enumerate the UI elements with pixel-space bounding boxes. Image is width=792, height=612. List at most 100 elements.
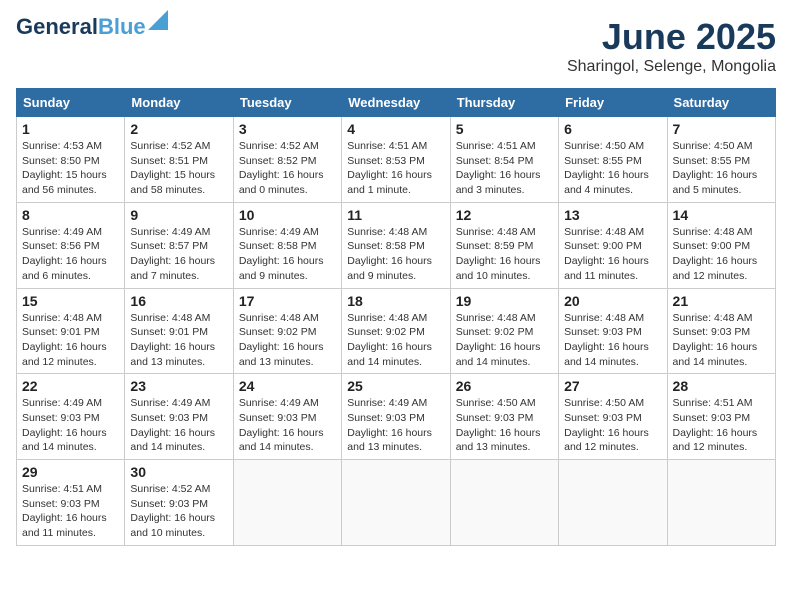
calendar-day-cell: 9 Sunrise: 4:49 AMSunset: 8:57 PMDaylight… xyxy=(125,202,233,288)
day-info: Sunrise: 4:48 AMSunset: 9:01 PMDaylight:… xyxy=(22,311,119,370)
day-number: 30 xyxy=(130,464,227,480)
day-info: Sunrise: 4:48 AMSunset: 9:03 PMDaylight:… xyxy=(564,311,661,370)
calendar-table: Sunday Monday Tuesday Wednesday Thursday… xyxy=(16,88,776,546)
day-info: Sunrise: 4:52 AMSunset: 8:52 PMDaylight:… xyxy=(239,139,336,198)
calendar-day-cell: 2 Sunrise: 4:52 AMSunset: 8:51 PMDaylight… xyxy=(125,117,233,203)
calendar-header-row: Sunday Monday Tuesday Wednesday Thursday… xyxy=(17,89,776,117)
day-info: Sunrise: 4:52 AMSunset: 9:03 PMDaylight:… xyxy=(130,482,227,541)
day-number: 29 xyxy=(22,464,119,480)
col-thursday: Thursday xyxy=(450,89,558,117)
day-info: Sunrise: 4:48 AMSunset: 9:01 PMDaylight:… xyxy=(130,311,227,370)
calendar-day-cell: 16 Sunrise: 4:48 AMSunset: 9:01 PMDayligh… xyxy=(125,288,233,374)
day-info: Sunrise: 4:50 AMSunset: 8:55 PMDaylight:… xyxy=(673,139,770,198)
day-number: 12 xyxy=(456,207,553,223)
day-number: 16 xyxy=(130,293,227,309)
day-info: Sunrise: 4:48 AMSunset: 9:00 PMDaylight:… xyxy=(564,225,661,284)
calendar-day-cell xyxy=(342,460,450,546)
month-title: June 2025 xyxy=(567,16,776,58)
day-number: 18 xyxy=(347,293,444,309)
day-number: 6 xyxy=(564,121,661,137)
day-number: 15 xyxy=(22,293,119,309)
day-number: 3 xyxy=(239,121,336,137)
day-info: Sunrise: 4:51 AMSunset: 9:03 PMDaylight:… xyxy=(673,396,770,455)
calendar-week-row: 22 Sunrise: 4:49 AMSunset: 9:03 PMDayligh… xyxy=(17,374,776,460)
calendar-day-cell: 5Sunrise: 4:51 AMSunset: 8:54 PMDaylight… xyxy=(450,117,558,203)
day-info: Sunrise: 4:49 AMSunset: 8:56 PMDaylight:… xyxy=(22,225,119,284)
calendar-day-cell: 17 Sunrise: 4:48 AMSunset: 9:02 PMDayligh… xyxy=(233,288,341,374)
calendar-day-cell: 6 Sunrise: 4:50 AMSunset: 8:55 PMDaylight… xyxy=(559,117,667,203)
calendar-day-cell: 12 Sunrise: 4:48 AMSunset: 8:59 PMDayligh… xyxy=(450,202,558,288)
day-info: Sunrise: 4:51 AMSunset: 8:53 PMDaylight:… xyxy=(347,139,444,198)
col-saturday: Saturday xyxy=(667,89,775,117)
day-info: Sunrise: 4:49 AMSunset: 8:57 PMDaylight:… xyxy=(130,225,227,284)
day-info: Sunrise: 4:50 AMSunset: 9:03 PMDaylight:… xyxy=(564,396,661,455)
calendar-day-cell: 25Sunrise: 4:49 AMSunset: 9:03 PMDayligh… xyxy=(342,374,450,460)
day-number: 10 xyxy=(239,207,336,223)
calendar-day-cell: 26 Sunrise: 4:50 AMSunset: 9:03 PMDayligh… xyxy=(450,374,558,460)
title-area: June 2025 Sharingol, Selenge, Mongolia xyxy=(567,16,776,76)
calendar-day-cell: 27 Sunrise: 4:50 AMSunset: 9:03 PMDayligh… xyxy=(559,374,667,460)
calendar-day-cell: 4Sunrise: 4:51 AMSunset: 8:53 PMDaylight… xyxy=(342,117,450,203)
calendar-day-cell: 3 Sunrise: 4:52 AMSunset: 8:52 PMDaylight… xyxy=(233,117,341,203)
calendar-day-cell xyxy=(667,460,775,546)
day-number: 9 xyxy=(130,207,227,223)
calendar-day-cell: 15 Sunrise: 4:48 AMSunset: 9:01 PMDayligh… xyxy=(17,288,125,374)
logo: GeneralBlue xyxy=(16,16,168,38)
col-tuesday: Tuesday xyxy=(233,89,341,117)
day-number: 2 xyxy=(130,121,227,137)
calendar-week-row: 8 Sunrise: 4:49 AMSunset: 8:56 PMDaylight… xyxy=(17,202,776,288)
day-info: Sunrise: 4:50 AMSunset: 8:55 PMDaylight:… xyxy=(564,139,661,198)
calendar-day-cell: 22 Sunrise: 4:49 AMSunset: 9:03 PMDayligh… xyxy=(17,374,125,460)
day-number: 25 xyxy=(347,378,444,394)
day-number: 26 xyxy=(456,378,553,394)
day-info: Sunrise: 4:48 AMSunset: 8:59 PMDaylight:… xyxy=(456,225,553,284)
day-number: 14 xyxy=(673,207,770,223)
logo-text: GeneralBlue xyxy=(16,16,146,38)
day-info: Sunrise: 4:49 AMSunset: 9:03 PMDaylight:… xyxy=(239,396,336,455)
day-info: Sunrise: 4:48 AMSunset: 9:02 PMDaylight:… xyxy=(347,311,444,370)
location-subtitle: Sharingol, Selenge, Mongolia xyxy=(567,58,776,76)
day-number: 20 xyxy=(564,293,661,309)
calendar-day-cell xyxy=(559,460,667,546)
day-number: 27 xyxy=(564,378,661,394)
day-info: Sunrise: 4:48 AMSunset: 9:02 PMDaylight:… xyxy=(456,311,553,370)
day-number: 19 xyxy=(456,293,553,309)
day-number: 1 xyxy=(22,121,119,137)
day-info: Sunrise: 4:48 AMSunset: 9:03 PMDaylight:… xyxy=(673,311,770,370)
calendar-day-cell: 19 Sunrise: 4:48 AMSunset: 9:02 PMDayligh… xyxy=(450,288,558,374)
day-info: Sunrise: 4:48 AMSunset: 9:02 PMDaylight:… xyxy=(239,311,336,370)
day-number: 8 xyxy=(22,207,119,223)
day-number: 11 xyxy=(347,207,444,223)
day-number: 24 xyxy=(239,378,336,394)
day-info: Sunrise: 4:49 AMSunset: 8:58 PMDaylight:… xyxy=(239,225,336,284)
day-info: Sunrise: 4:49 AMSunset: 9:03 PMDaylight:… xyxy=(22,396,119,455)
day-info: Sunrise: 4:49 AMSunset: 9:03 PMDaylight:… xyxy=(130,396,227,455)
day-number: 22 xyxy=(22,378,119,394)
col-sunday: Sunday xyxy=(17,89,125,117)
day-info: Sunrise: 4:51 AMSunset: 9:03 PMDaylight:… xyxy=(22,482,119,541)
col-monday: Monday xyxy=(125,89,233,117)
day-number: 21 xyxy=(673,293,770,309)
calendar-day-cell: 14 Sunrise: 4:48 AMSunset: 9:00 PMDayligh… xyxy=(667,202,775,288)
day-info: Sunrise: 4:51 AMSunset: 8:54 PMDaylight:… xyxy=(456,139,553,198)
day-info: Sunrise: 4:50 AMSunset: 9:03 PMDaylight:… xyxy=(456,396,553,455)
day-info: Sunrise: 4:48 AMSunset: 9:00 PMDaylight:… xyxy=(673,225,770,284)
calendar-day-cell xyxy=(233,460,341,546)
day-number: 17 xyxy=(239,293,336,309)
calendar-week-row: 29 Sunrise: 4:51 AMSunset: 9:03 PMDayligh… xyxy=(17,460,776,546)
calendar-day-cell: 30 Sunrise: 4:52 AMSunset: 9:03 PMDayligh… xyxy=(125,460,233,546)
day-number: 28 xyxy=(673,378,770,394)
calendar-day-cell: 18 Sunrise: 4:48 AMSunset: 9:02 PMDayligh… xyxy=(342,288,450,374)
calendar-week-row: 15 Sunrise: 4:48 AMSunset: 9:01 PMDayligh… xyxy=(17,288,776,374)
day-number: 23 xyxy=(130,378,227,394)
calendar-day-cell: 1 Sunrise: 4:53 AMSunset: 8:50 PMDaylight… xyxy=(17,117,125,203)
calendar-day-cell: 28 Sunrise: 4:51 AMSunset: 9:03 PMDayligh… xyxy=(667,374,775,460)
day-info: Sunrise: 4:52 AMSunset: 8:51 PMDaylight:… xyxy=(130,139,227,198)
calendar-day-cell: 21 Sunrise: 4:48 AMSunset: 9:03 PMDayligh… xyxy=(667,288,775,374)
calendar-day-cell: 24 Sunrise: 4:49 AMSunset: 9:03 PMDayligh… xyxy=(233,374,341,460)
calendar-day-cell: 13 Sunrise: 4:48 AMSunset: 9:00 PMDayligh… xyxy=(559,202,667,288)
calendar-body: 1 Sunrise: 4:53 AMSunset: 8:50 PMDaylight… xyxy=(17,117,776,546)
day-number: 13 xyxy=(564,207,661,223)
col-wednesday: Wednesday xyxy=(342,89,450,117)
day-info: Sunrise: 4:53 AMSunset: 8:50 PMDaylight:… xyxy=(22,139,119,198)
